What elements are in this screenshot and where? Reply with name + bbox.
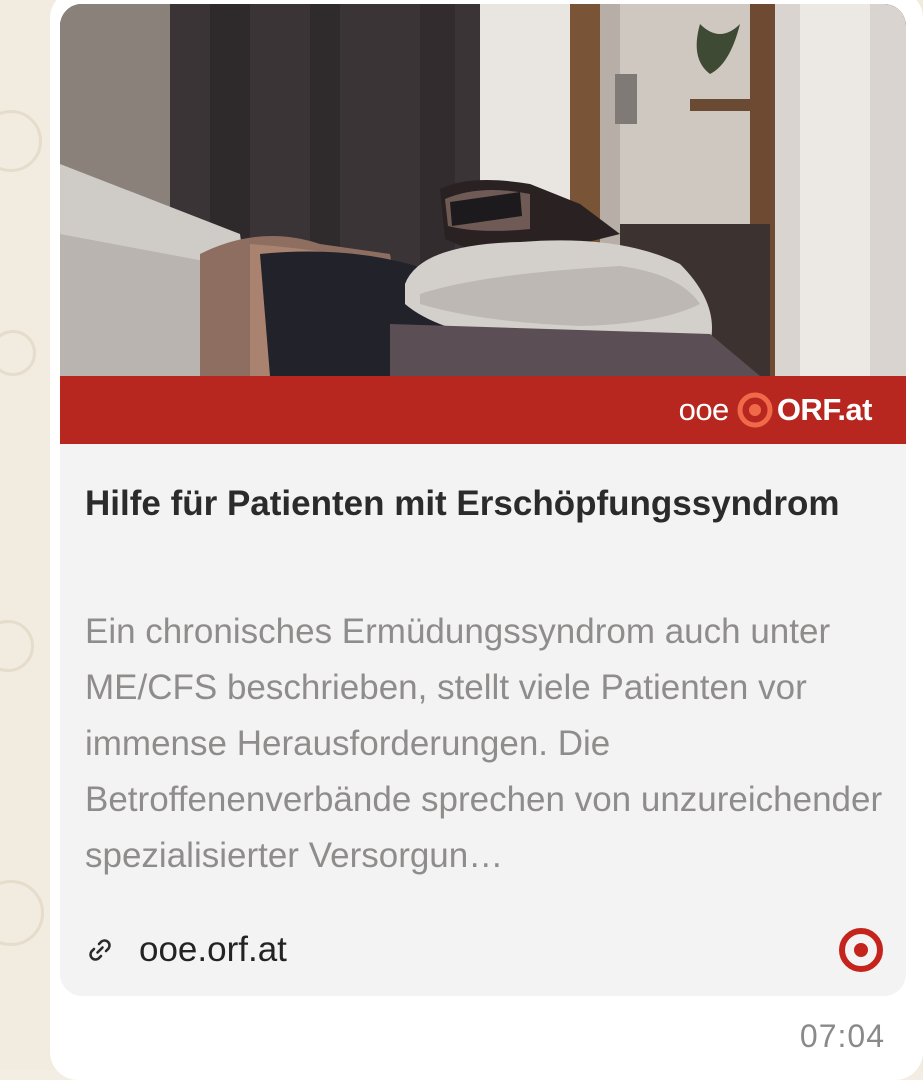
brand-prefix: ooe [678, 392, 730, 427]
preview-link-row[interactable]: ooe.orf.at [85, 922, 885, 978]
link-icon [89, 939, 111, 961]
brand-wordmark: ooe ORF.at [678, 392, 873, 428]
preview-description: Ein chronisches Ermüdungssyndrom auch un… [85, 612, 883, 875]
orf-site-icon [839, 928, 883, 972]
message-time: 07:04 [799, 1018, 885, 1054]
preview-title[interactable]: Hilfe für Patienten mit Erschöpfungssynd… [85, 474, 875, 533]
preview-domain: ooe.orf.at [139, 930, 287, 969]
orf-logo-icon [737, 392, 773, 428]
brand-banner: ooe ORF.at [60, 376, 906, 444]
wallpaper-doodle [0, 330, 36, 376]
wallpaper-doodle [0, 110, 42, 172]
brand-name: ORF.at [776, 392, 873, 427]
wallpaper-doodle [0, 620, 34, 672]
preview-thumbnail[interactable]: ooe ORF.at [60, 4, 906, 444]
wallpaper-doodle [0, 880, 44, 946]
link-preview-card[interactable]: ooe ORF.at Hilfe für Patienten mit Ersch… [60, 4, 906, 996]
preview-photo [60, 4, 906, 376]
